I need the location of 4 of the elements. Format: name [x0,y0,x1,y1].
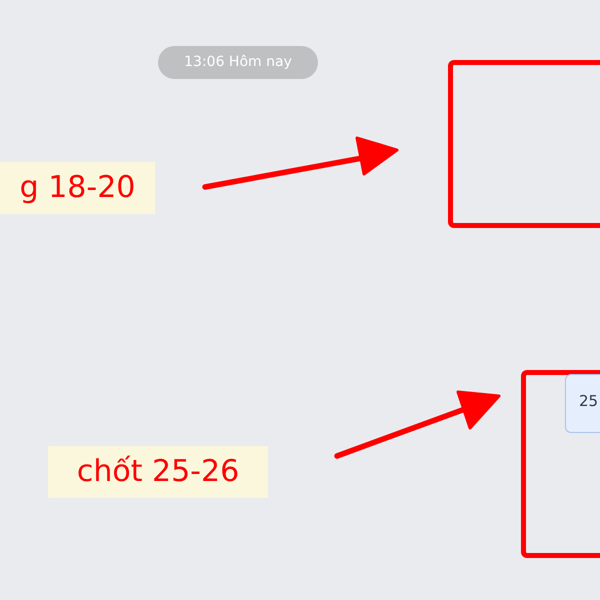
message-bubble: 25 [565,374,600,433]
annotation-label: chốt 25-26 [48,446,268,498]
annotation-label: g 18-20 [0,162,155,214]
timestamp-pill: 13:06 Hôm nay [158,46,318,79]
